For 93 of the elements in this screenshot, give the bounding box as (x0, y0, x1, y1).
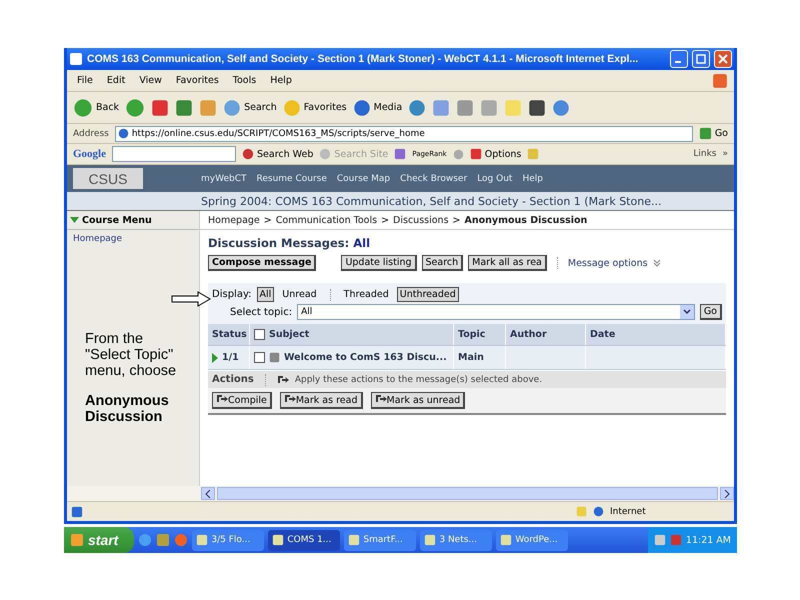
expand-icon[interactable] (212, 352, 218, 362)
scroll-right-button[interactable] (720, 487, 734, 500)
breadcrumb-link[interactable]: Homepage (208, 214, 260, 226)
go-button[interactable]: Go (698, 127, 728, 140)
action-button[interactable]: Mark as unread (370, 392, 466, 409)
action-icon (276, 375, 289, 384)
taskbar-button[interactable]: SmartF... (344, 530, 416, 550)
breadcrumb-link[interactable]: Anonymous Discussion (464, 214, 588, 226)
sidebar-link[interactable]: Homepage (67, 230, 199, 248)
search-web-button[interactable]: Search Web (242, 148, 314, 160)
nav-link[interactable]: Resume Course (256, 174, 327, 184)
go-button[interactable]: Go (700, 304, 722, 320)
site-logo[interactable]: CSUS (73, 168, 143, 189)
window-title: COMS 163 Communication, Self and Society - Section 1 (Mark Stoner) - WebCT 4.1.1 - Microsoft Internet Expl... (87, 53, 640, 65)
close-button[interactable] (714, 50, 732, 68)
menu-item[interactable]: Help (266, 75, 296, 86)
breadcrumb-separator: > (381, 214, 390, 226)
menu-item[interactable]: File (73, 75, 97, 86)
action-button[interactable]: Update listing (341, 255, 417, 271)
course-title: Spring 2004: COMS 163 Communication, Self and Society - Section 1 (Mark Stone... (201, 194, 662, 208)
taskbar-button[interactable]: 3/5 Flo... (192, 530, 264, 550)
actions-hint: Apply these actions to the message(s) selected above. (294, 374, 542, 384)
action-button[interactable]: Compile (212, 392, 272, 409)
google-logo: Google (73, 148, 106, 160)
toolbar-button[interactable]: Back (73, 98, 120, 118)
thread-option[interactable]: Unthreaded (396, 287, 459, 302)
action-icon (216, 394, 228, 403)
chevron-down-icon (652, 259, 661, 267)
menu-item[interactable]: Edit (102, 75, 130, 86)
course-menu-title[interactable]: Course Menu (82, 214, 152, 226)
maximize-icon (696, 54, 706, 64)
column-header: Date (590, 329, 616, 340)
select-topic-label: Select topic: (230, 306, 292, 318)
arrow-icon (171, 291, 211, 307)
clock: 11:21 AM (686, 534, 731, 546)
zone-label: Internet (610, 506, 647, 516)
close-icon (718, 54, 728, 64)
actions-label: Actions (212, 374, 254, 385)
column-header: Status (208, 324, 250, 345)
maximize-button[interactable] (692, 50, 710, 68)
links-label[interactable]: Links (693, 149, 716, 159)
row-checkbox[interactable] (254, 352, 265, 363)
minimize-button[interactable] (670, 50, 688, 68)
action-button[interactable]: Compose message (208, 255, 316, 271)
menu-item[interactable]: Favorites (172, 75, 223, 86)
breadcrumb-link[interactable]: Communication Tools (276, 214, 378, 226)
topic-cell: Main (458, 352, 484, 363)
action-button[interactable]: Mark all as rea (468, 255, 547, 271)
address-label: Address (73, 128, 109, 138)
message-options-link[interactable]: Message options (568, 258, 648, 268)
google-search-field[interactable] (112, 146, 236, 162)
display-option[interactable]: All (256, 287, 274, 302)
options-button[interactable]: Options (470, 148, 522, 160)
menu-item[interactable]: Tools (228, 75, 260, 86)
scrollbar-thumb[interactable] (217, 487, 718, 500)
display-option[interactable]: Unread (279, 287, 320, 302)
action-icon (284, 394, 296, 403)
column-header: Topic (458, 329, 486, 340)
more-chevron[interactable]: » (722, 149, 728, 159)
breadcrumb-separator: > (452, 214, 460, 226)
display-label: Display: (212, 289, 252, 300)
taskbar-button[interactable]: COMS 1... (268, 530, 340, 550)
breadcrumb-link[interactable]: Discussions (393, 214, 449, 226)
taskbar-button[interactable]: WordPe... (496, 530, 568, 550)
nav-link[interactable]: Log Out (477, 174, 512, 184)
status-cell: 1/1 (222, 352, 239, 363)
scroll-left-button[interactable] (201, 487, 215, 500)
action-button[interactable]: Mark as read (280, 392, 362, 409)
toolbar-button[interactable]: Favorites (282, 98, 347, 116)
toolbar-button[interactable]: Search (223, 98, 277, 116)
section-heading: Discussion Messages: (208, 236, 350, 250)
action-button[interactable]: Search (422, 255, 464, 271)
topic-dropdown[interactable]: All (297, 304, 695, 320)
column-header: Author (510, 329, 547, 340)
taskbar-button[interactable]: 3 Nets... (420, 530, 492, 550)
heading-value: All (353, 236, 370, 250)
triangle-icon (70, 217, 79, 223)
annotation-emphasis: Anonymous Discussion (85, 394, 170, 426)
subject-link[interactable]: Welcome to ComS 163 Discu... (284, 352, 447, 363)
select-all-checkbox[interactable] (254, 329, 265, 340)
breadcrumb-separator: > (264, 214, 272, 226)
action-icon (374, 394, 386, 403)
nav-link[interactable]: Course Map (336, 174, 390, 184)
nav-link[interactable]: myWebCT (201, 174, 246, 184)
toolbar-button[interactable]: Media (352, 98, 402, 116)
menu-item[interactable]: View (135, 75, 166, 86)
start-button[interactable]: start (64, 527, 134, 553)
annotation-text: From the "Select Topic" menu, choose (85, 332, 178, 380)
column-header: Subject (269, 329, 310, 340)
thread-option[interactable]: Threaded (340, 287, 392, 302)
nav-link[interactable]: Check Browser (400, 174, 468, 184)
nav-link[interactable]: Help (522, 174, 543, 184)
address-field[interactable]: https://online.csus.edu/SCRIPT/COMS163_MS/scripts/serve_home (114, 126, 693, 142)
